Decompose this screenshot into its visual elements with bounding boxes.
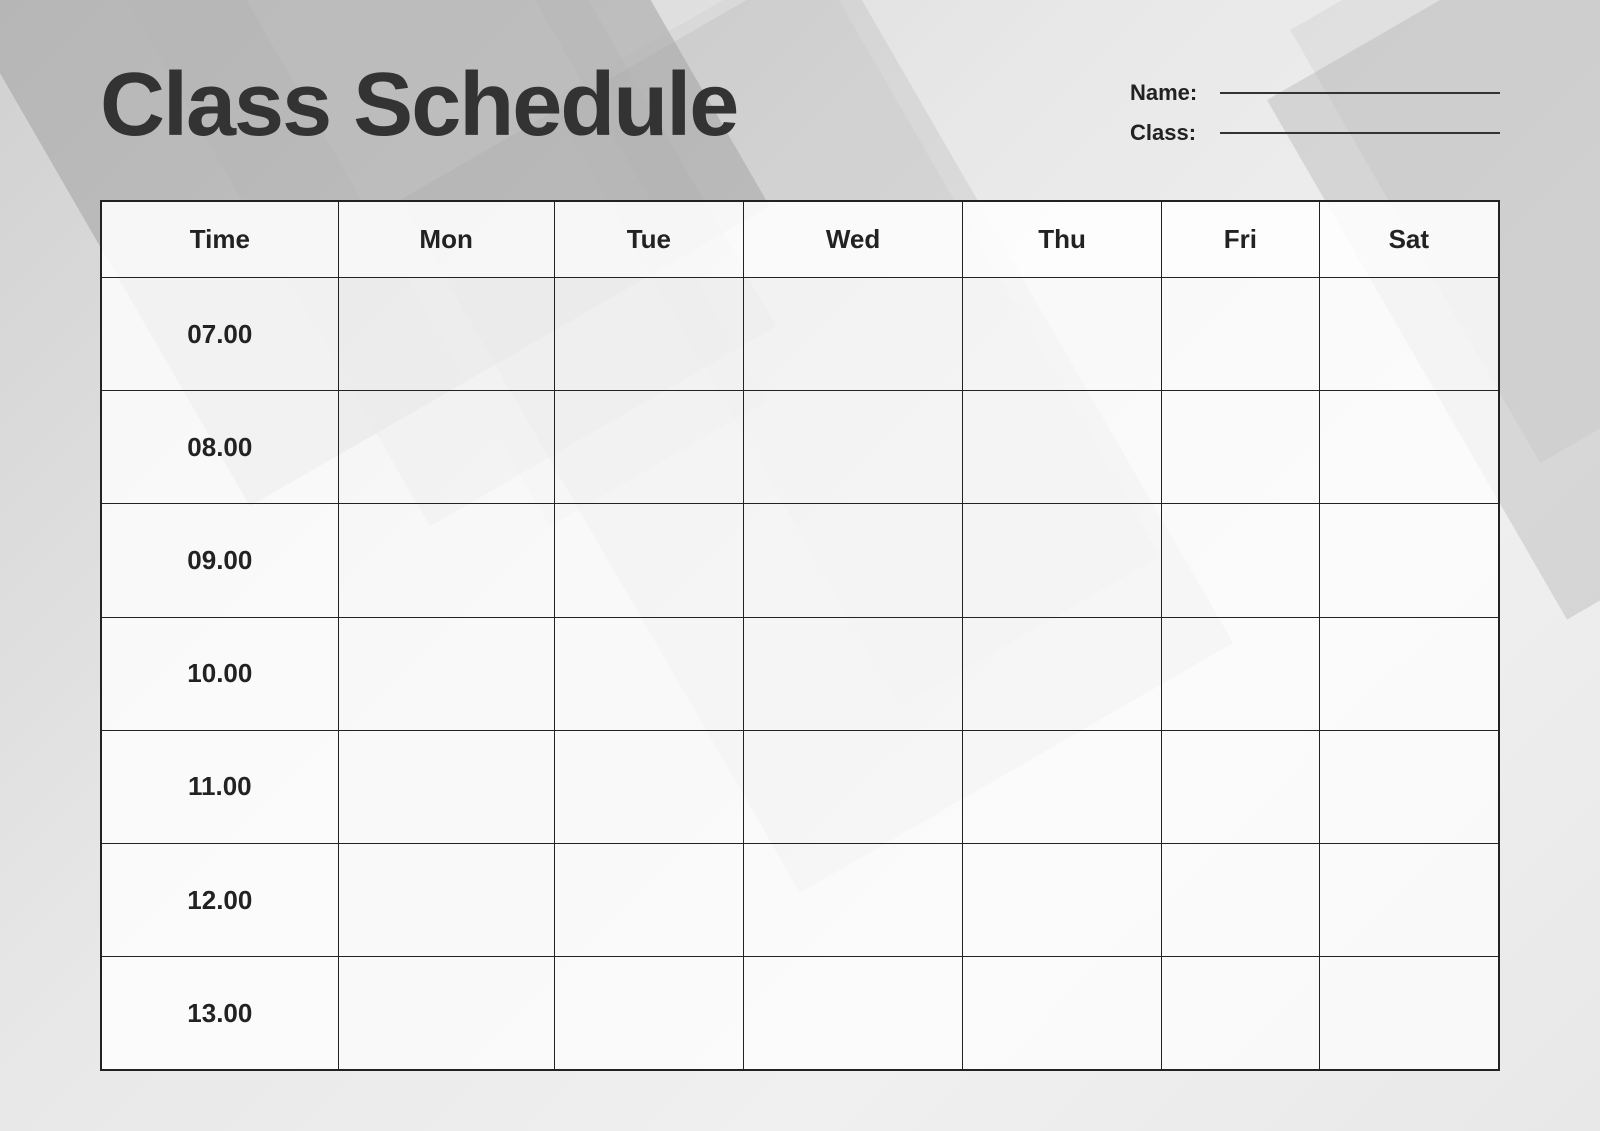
- time-cell: 11.00: [101, 730, 338, 843]
- header: Class Schedule Name: Class:: [100, 60, 1500, 150]
- schedule-cell[interactable]: [962, 391, 1161, 504]
- table-row: 08.00: [101, 391, 1499, 504]
- schedule-cell[interactable]: [338, 278, 554, 391]
- time-cell: 09.00: [101, 504, 338, 617]
- table-row: 11.00: [101, 730, 1499, 843]
- schedule-cell[interactable]: [338, 504, 554, 617]
- header-sat: Sat: [1319, 201, 1499, 278]
- schedule-cell[interactable]: [1162, 844, 1319, 957]
- schedule-cell[interactable]: [962, 617, 1161, 730]
- header-tue: Tue: [554, 201, 743, 278]
- header-row: Time Mon Tue Wed Thu Fri Sat: [101, 201, 1499, 278]
- header-time: Time: [101, 201, 338, 278]
- time-cell: 10.00: [101, 617, 338, 730]
- table-header: Time Mon Tue Wed Thu Fri Sat: [101, 201, 1499, 278]
- header-fri: Fri: [1162, 201, 1319, 278]
- schedule-cell[interactable]: [962, 278, 1161, 391]
- form-fields: Name: Class:: [1130, 80, 1500, 146]
- table-row: 13.00: [101, 957, 1499, 1070]
- schedule-cell[interactable]: [338, 730, 554, 843]
- schedule-cell[interactable]: [744, 957, 963, 1070]
- schedule-cell[interactable]: [338, 957, 554, 1070]
- schedule-cell[interactable]: [554, 844, 743, 957]
- time-cell: 08.00: [101, 391, 338, 504]
- class-field: Class:: [1130, 120, 1500, 146]
- header-thu: Thu: [962, 201, 1161, 278]
- schedule-cell[interactable]: [962, 957, 1161, 1070]
- table-body: 07.0008.0009.0010.0011.0012.0013.00: [101, 278, 1499, 1071]
- class-line: [1220, 132, 1500, 134]
- time-cell: 13.00: [101, 957, 338, 1070]
- header-mon: Mon: [338, 201, 554, 278]
- schedule-cell[interactable]: [1162, 730, 1319, 843]
- name-label: Name:: [1130, 80, 1210, 106]
- schedule-cell[interactable]: [744, 730, 963, 843]
- schedule-cell[interactable]: [1319, 957, 1499, 1070]
- schedule-cell[interactable]: [1162, 957, 1319, 1070]
- schedule-cell[interactable]: [962, 844, 1161, 957]
- schedule-cell[interactable]: [554, 391, 743, 504]
- schedule-cell[interactable]: [962, 730, 1161, 843]
- schedule-cell[interactable]: [1319, 844, 1499, 957]
- schedule-table: Time Mon Tue Wed Thu Fri Sat 07.0008.000…: [100, 200, 1500, 1071]
- schedule-cell[interactable]: [744, 844, 963, 957]
- schedule-cell[interactable]: [744, 278, 963, 391]
- schedule-cell[interactable]: [554, 278, 743, 391]
- time-cell: 07.00: [101, 278, 338, 391]
- schedule-cell[interactable]: [1319, 730, 1499, 843]
- page: Class Schedule Name: Class: Time Mon Tue…: [0, 0, 1600, 1131]
- schedule-cell[interactable]: [1319, 504, 1499, 617]
- table-row: 12.00: [101, 844, 1499, 957]
- schedule-cell[interactable]: [554, 504, 743, 617]
- schedule-cell[interactable]: [1162, 278, 1319, 391]
- header-wed: Wed: [744, 201, 963, 278]
- schedule-cell[interactable]: [1162, 391, 1319, 504]
- schedule-cell[interactable]: [338, 844, 554, 957]
- schedule-cell[interactable]: [962, 504, 1161, 617]
- schedule-cell[interactable]: [1162, 617, 1319, 730]
- schedule-cell[interactable]: [744, 391, 963, 504]
- schedule-cell[interactable]: [554, 617, 743, 730]
- schedule-cell[interactable]: [744, 617, 963, 730]
- class-label: Class:: [1130, 120, 1210, 146]
- schedule-cell[interactable]: [554, 730, 743, 843]
- table-row: 09.00: [101, 504, 1499, 617]
- table-row: 10.00: [101, 617, 1499, 730]
- schedule-cell[interactable]: [554, 957, 743, 1070]
- schedule-cell[interactable]: [744, 504, 963, 617]
- schedule-cell[interactable]: [1319, 278, 1499, 391]
- schedule-cell[interactable]: [1319, 617, 1499, 730]
- name-line: [1220, 92, 1500, 94]
- schedule-cell[interactable]: [338, 391, 554, 504]
- name-field: Name:: [1130, 80, 1500, 106]
- schedule-cell[interactable]: [1319, 391, 1499, 504]
- table-row: 07.00: [101, 278, 1499, 391]
- time-cell: 12.00: [101, 844, 338, 957]
- page-title: Class Schedule: [100, 60, 737, 150]
- schedule-cell[interactable]: [338, 617, 554, 730]
- schedule-cell[interactable]: [1162, 504, 1319, 617]
